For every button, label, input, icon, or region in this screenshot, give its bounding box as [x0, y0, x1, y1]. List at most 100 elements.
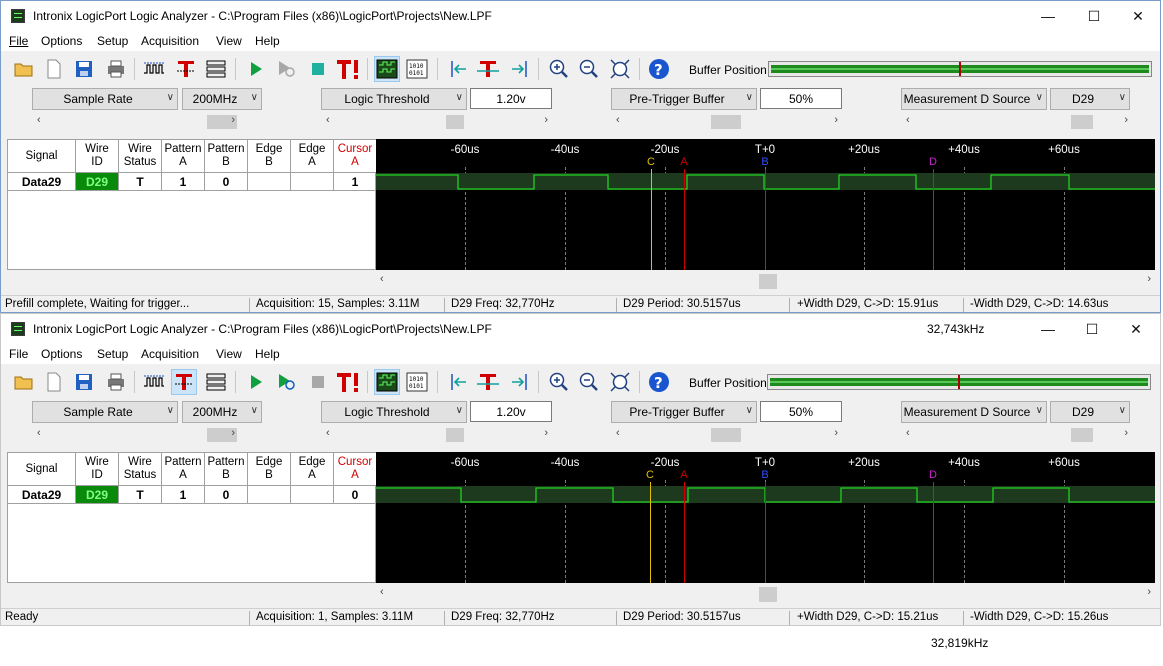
measurement-source-combo[interactable]: Measurement D Source ∨: [901, 88, 1047, 110]
run-icon[interactable]: [243, 56, 269, 82]
waveform-display[interactable]: -60us -40us -20us T+0 +20us +40us +60us …: [376, 452, 1155, 583]
stop-icon[interactable]: [305, 369, 331, 395]
help-icon[interactable]: ?: [646, 56, 672, 82]
waveform-scrollbar[interactable]: ‹ ›: [376, 586, 1155, 602]
cell-pattern-a[interactable]: 1: [162, 486, 205, 504]
header-pattern-a[interactable]: Pattern A: [162, 453, 205, 486]
sample-rate-label-combo[interactable]: Sample Rate ∨: [32, 88, 178, 110]
cell-edge-a[interactable]: [291, 486, 334, 504]
cell-pattern-a[interactable]: 1: [162, 173, 205, 191]
open-folder-icon[interactable]: [11, 369, 37, 395]
cursor-d-line[interactable]: [933, 169, 934, 270]
minimize-button[interactable]: —: [1025, 1, 1071, 31]
trigger-setup-icon[interactable]: [173, 56, 199, 82]
bus-list-icon[interactable]: [203, 56, 229, 82]
run-icon[interactable]: [243, 369, 269, 395]
pretrigger-scrollbar[interactable]: ‹ ›: [616, 427, 838, 443]
force-trigger-icon[interactable]: [335, 56, 361, 82]
cell-cursor-a[interactable]: 1: [334, 173, 376, 191]
trigger-setup-icon[interactable]: [171, 369, 197, 395]
threshold-scrollbar[interactable]: ‹ ›: [326, 114, 548, 130]
logic-threshold-combo[interactable]: Logic Threshold ∨: [321, 401, 467, 423]
cell-cursor-a[interactable]: 0: [334, 486, 376, 504]
close-button[interactable]: ✕: [1115, 1, 1160, 31]
header-wire-id[interactable]: Wire ID: [76, 453, 119, 486]
cell-edge-b[interactable]: [248, 173, 291, 191]
run-repeat-icon[interactable]: [273, 369, 299, 395]
waveform-view-icon[interactable]: [374, 56, 400, 82]
buffer-position-marker[interactable]: [959, 62, 961, 76]
stop-icon[interactable]: [305, 56, 331, 82]
open-folder-icon[interactable]: [11, 56, 37, 82]
menu-help[interactable]: Help: [255, 34, 280, 48]
buffer-position-bar[interactable]: [768, 61, 1152, 77]
go-trigger-icon[interactable]: [475, 56, 501, 82]
new-file-icon[interactable]: [41, 56, 67, 82]
measurement-source-select[interactable]: D29 ∨: [1050, 401, 1130, 423]
sample-rate-select[interactable]: 200MHz ∨: [182, 88, 262, 110]
waveform-display[interactable]: -60us -40us -20us T+0 +20us +40us +60us …: [376, 139, 1155, 270]
header-pattern-b[interactable]: Pattern B: [205, 140, 248, 173]
pretrigger-scrollbar[interactable]: ‹ ›: [616, 114, 838, 130]
cursor-c-label[interactable]: C: [647, 156, 655, 168]
cursor-d-label[interactable]: D: [929, 156, 937, 168]
cell-signal[interactable]: Data29: [8, 486, 76, 504]
menu-help[interactable]: Help: [255, 347, 280, 361]
force-trigger-icon[interactable]: [335, 369, 361, 395]
timing-icon[interactable]: [141, 369, 167, 395]
measurement-scrollbar[interactable]: ‹ ›: [906, 114, 1128, 130]
bus-list-icon[interactable]: [203, 369, 229, 395]
menu-setup[interactable]: Setup: [97, 34, 128, 48]
header-pattern-a[interactable]: Pattern A: [162, 140, 205, 173]
cursor-c-line[interactable]: [651, 169, 652, 270]
cursor-d-label[interactable]: D: [929, 469, 937, 481]
cursor-b-label[interactable]: B: [761, 156, 768, 168]
timing-icon[interactable]: [141, 56, 167, 82]
waveform-scrollbar[interactable]: ‹ ›: [376, 273, 1155, 289]
cell-signal[interactable]: Data29: [8, 173, 76, 191]
title-bar[interactable]: Intronix LogicPort Logic Analyzer - C:\P…: [1, 314, 1160, 344]
menu-view[interactable]: View: [216, 34, 242, 48]
go-right-icon[interactable]: [506, 56, 532, 82]
header-wire-status[interactable]: Wire Status: [119, 140, 162, 173]
print-icon[interactable]: [103, 369, 129, 395]
run-repeat-icon[interactable]: [273, 56, 299, 82]
pretrigger-buffer-combo[interactable]: Pre-Trigger Buffer ∨: [611, 401, 757, 423]
close-button[interactable]: ✕: [1113, 314, 1159, 344]
state-list-icon[interactable]: 1010 0101: [404, 369, 430, 395]
cell-pattern-b[interactable]: 0: [205, 486, 248, 504]
pretrigger-buffer-value[interactable]: 50%: [760, 88, 842, 109]
measurement-source-select[interactable]: D29 ∨: [1050, 88, 1130, 110]
cursor-a-line[interactable]: [684, 482, 685, 583]
menu-setup[interactable]: Setup: [97, 347, 128, 361]
header-cursor-a[interactable]: Cursor A: [334, 453, 376, 486]
zoom-fit-icon[interactable]: [607, 56, 633, 82]
help-icon[interactable]: ?: [646, 369, 672, 395]
maximize-button[interactable]: ☐: [1071, 1, 1117, 31]
cell-wire-id[interactable]: D29: [76, 173, 119, 191]
cursor-b-line[interactable]: [765, 482, 766, 583]
cursor-d-line[interactable]: [933, 482, 934, 583]
measurement-source-combo[interactable]: Measurement D Source ∨: [901, 401, 1047, 423]
go-left-icon[interactable]: [446, 56, 472, 82]
header-wire-id[interactable]: Wire ID: [76, 140, 119, 173]
header-signal[interactable]: Signal: [8, 453, 76, 486]
zoom-in-icon[interactable]: [546, 56, 572, 82]
minimize-button[interactable]: —: [1025, 314, 1071, 344]
header-edge-b[interactable]: Edge B: [248, 140, 291, 173]
measurement-scrollbar[interactable]: ‹ ›: [906, 427, 1128, 443]
buffer-position-marker[interactable]: [958, 375, 960, 389]
buffer-position-bar[interactable]: [767, 374, 1151, 390]
menu-file[interactable]: File: [9, 347, 28, 361]
maximize-button[interactable]: ☐: [1069, 314, 1115, 344]
pretrigger-buffer-value[interactable]: 50%: [760, 401, 842, 422]
sample-rate-scrollbar[interactable]: ‹ ›: [37, 427, 237, 443]
zoom-fit-icon[interactable]: [607, 369, 633, 395]
cursor-c-line[interactable]: [650, 482, 651, 583]
zoom-out-icon[interactable]: [576, 56, 602, 82]
sample-rate-scrollbar[interactable]: ‹ ›: [37, 114, 237, 130]
cell-edge-a[interactable]: [291, 173, 334, 191]
logic-threshold-combo[interactable]: Logic Threshold ∨: [321, 88, 467, 110]
header-edge-b[interactable]: Edge B: [248, 453, 291, 486]
menu-file[interactable]: File: [9, 34, 28, 48]
